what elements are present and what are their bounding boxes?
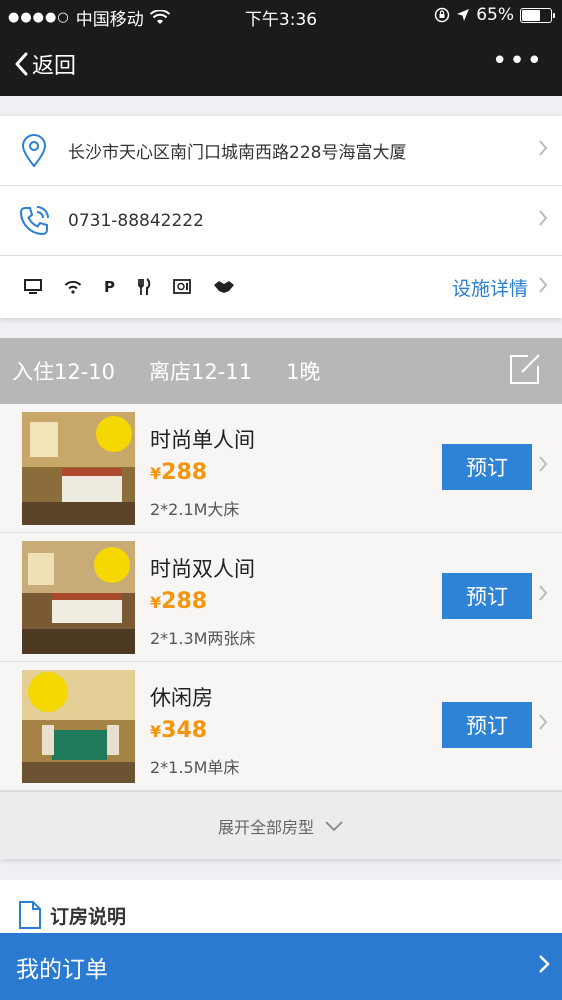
parking-icon: P	[104, 278, 115, 296]
phone-icon	[19, 205, 49, 235]
document-icon	[19, 901, 41, 929]
room-photo[interactable]	[22, 541, 135, 654]
price-value: 288	[161, 589, 208, 614]
stay-dates-bar[interactable]: 入住12-10 离店12-11 1晚	[0, 338, 562, 404]
address-text: 长沙市天心区南门口城南西路228号海富大厦	[68, 143, 407, 163]
room-name: 休闲房	[150, 686, 213, 710]
booking-notes-title: 订房说明	[50, 905, 127, 928]
nights-count: 1晚	[286, 360, 321, 384]
book-button[interactable]: 预订	[442, 573, 532, 619]
room-item[interactable]: 时尚单人间 ¥288 2*2.1M大床 预订	[0, 404, 562, 533]
checkin-date: 入住12-10	[12, 360, 116, 384]
chevron-right-icon	[538, 583, 548, 608]
address-row[interactable]: 长沙市天心区南门口城南西路228号海富大厦	[0, 116, 562, 186]
room-price: ¥288	[150, 589, 207, 614]
currency-symbol: ¥	[150, 722, 162, 741]
rotation-lock-icon	[434, 7, 450, 23]
room-name: 时尚双人间	[150, 557, 255, 581]
booking-notes-section: 订房说明	[0, 880, 562, 940]
expand-all-rooms-button[interactable]: 展开全部房型	[0, 791, 562, 859]
status-bar: ●●●●○ 中国移动 下午3:36 65%	[0, 0, 562, 32]
chevron-right-icon	[538, 275, 548, 300]
book-button[interactable]: 预订	[442, 702, 532, 748]
my-orders-button[interactable]: 我的订单	[0, 933, 562, 1000]
room-list: 时尚单人间 ¥288 2*2.1M大床 预订 时尚双人间 ¥288 2*1.3M两张床 预订休…	[0, 404, 562, 791]
expand-label: 展开全部房型	[217, 817, 314, 837]
room-item[interactable]: 时尚双人间 ¥288 2*1.3M两张床 预订	[0, 533, 562, 662]
more-menu-button[interactable]: •••	[492, 46, 544, 76]
chevron-right-icon	[538, 208, 548, 233]
chevron-down-icon	[325, 820, 343, 831]
bed-info: 2*1.3M两张床	[150, 629, 256, 648]
navigation-bar: 返回 •••	[0, 32, 562, 96]
bed-info: 2*1.5M单床	[150, 758, 240, 777]
facilities-row: P 设施详情	[0, 256, 562, 318]
phone-row[interactable]: 0731-88842222	[0, 186, 562, 256]
book-button[interactable]: 预订	[442, 444, 532, 490]
facility-details-link[interactable]: 设施详情	[452, 274, 528, 301]
location-arrow-icon	[457, 9, 470, 21]
room-photo[interactable]	[22, 670, 135, 783]
chevron-right-icon	[538, 454, 548, 479]
handshake-icon	[214, 281, 234, 293]
room-item[interactable]: 休闲房 ¥348 2*1.5M单床 预订	[0, 662, 562, 791]
phone-text: 0731-88842222	[68, 210, 204, 231]
chevron-left-icon	[15, 52, 28, 76]
currency-symbol: ¥	[150, 593, 162, 612]
bed-info: 2*2.1M大床	[150, 500, 240, 519]
edit-icon[interactable]	[508, 352, 542, 386]
chevron-right-icon	[538, 712, 548, 737]
computer-icon	[24, 279, 42, 294]
wifi-icon	[64, 280, 82, 294]
chevron-right-icon	[538, 954, 550, 980]
restaurant-icon	[138, 278, 151, 295]
room-photo[interactable]	[22, 412, 135, 525]
chevron-right-icon	[538, 138, 548, 163]
back-button[interactable]: 返回	[14, 48, 76, 80]
room-price: ¥288	[150, 460, 207, 485]
safe-icon	[173, 279, 191, 294]
room-price: ¥348	[150, 718, 207, 743]
price-value: 348	[161, 718, 208, 743]
price-value: 288	[161, 460, 208, 485]
room-name: 时尚单人间	[150, 428, 255, 452]
location-pin-icon	[21, 133, 47, 168]
checkout-date: 离店12-11	[149, 360, 253, 384]
back-label: 返回	[32, 54, 77, 79]
battery-icon	[520, 7, 555, 23]
currency-symbol: ¥	[150, 464, 162, 483]
hotel-info-card: 长沙市天心区南门口城南西路228号海富大厦 0731-88842222 P 设施…	[0, 116, 562, 318]
my-orders-label: 我的订单	[16, 956, 108, 983]
battery-percent: 65%	[476, 5, 514, 25]
